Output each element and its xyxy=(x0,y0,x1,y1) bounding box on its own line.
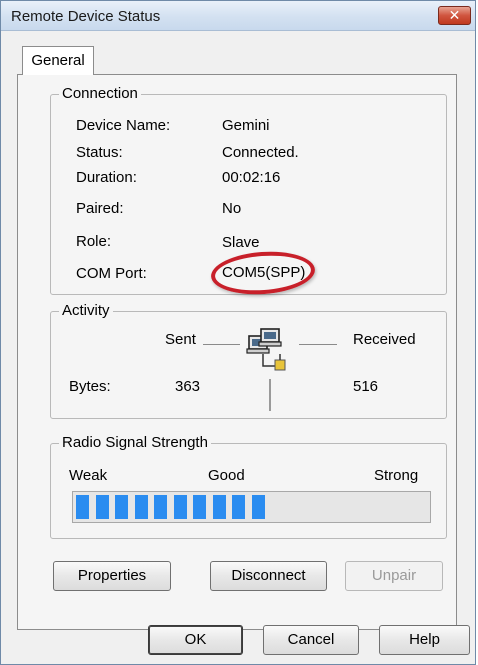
device-name-label: Device Name: xyxy=(76,117,171,134)
duration-label: Duration: xyxy=(76,169,137,186)
signal-weak-label: Weak xyxy=(69,467,108,484)
sent-label: Sent xyxy=(165,331,196,348)
tab-general[interactable]: General xyxy=(22,46,94,75)
unpair-button[interactable]: Unpair xyxy=(345,561,443,591)
com-port-label: COM Port: xyxy=(76,265,147,282)
close-icon: ✕ xyxy=(448,7,461,23)
signal-strong-label: Strong xyxy=(374,467,419,484)
status-value: Connected. xyxy=(222,144,299,161)
network-computers-icon xyxy=(245,326,295,378)
duration-value: 00:02:16 xyxy=(222,169,281,186)
signal-segment xyxy=(173,495,187,519)
received-label: Received xyxy=(353,331,416,348)
role-label: Role: xyxy=(76,233,112,250)
connection-legend: Connection xyxy=(59,85,141,102)
properties-button[interactable]: Properties xyxy=(53,561,171,591)
window-title: Remote Device Status xyxy=(11,8,161,25)
signal-segment xyxy=(232,495,245,519)
device-name-value: Gemini xyxy=(222,117,270,134)
role-value: Slave xyxy=(222,234,260,251)
tab-general-label: General xyxy=(31,52,85,69)
signal-strength-bar xyxy=(72,491,431,523)
signal-segment xyxy=(134,495,148,519)
cancel-button[interactable]: Cancel xyxy=(263,625,359,655)
paired-label: Paired: xyxy=(76,200,124,217)
received-connector-line xyxy=(299,344,337,345)
sent-connector-line xyxy=(203,344,240,345)
signal-good-label: Good xyxy=(208,467,245,484)
bytes-sent-value: 363 xyxy=(175,378,201,395)
signal-segment xyxy=(251,495,265,519)
ok-button[interactable]: OK xyxy=(148,625,243,655)
help-button[interactable]: Help xyxy=(379,625,470,655)
disconnect-button[interactable]: Disconnect xyxy=(210,561,327,591)
signal-segment xyxy=(95,495,109,519)
remote-device-status-window: Remote Device Status ✕ General Connectio… xyxy=(0,0,476,665)
activity-legend: Activity xyxy=(59,302,113,319)
signal-segment xyxy=(154,495,167,519)
signal-segment xyxy=(115,495,128,519)
title-bar: Remote Device Status ✕ xyxy=(1,1,475,31)
bytes-label: Bytes: xyxy=(69,378,111,395)
bytes-received-value: 516 xyxy=(353,378,379,395)
radio-signal-legend: Radio Signal Strength xyxy=(59,434,211,451)
paired-value: No xyxy=(222,200,242,217)
status-label: Status: xyxy=(76,144,123,161)
signal-segment xyxy=(76,495,89,519)
close-button[interactable]: ✕ xyxy=(438,6,471,25)
signal-segment xyxy=(212,495,226,519)
signal-segment xyxy=(193,495,206,519)
activity-divider-line xyxy=(269,379,271,411)
